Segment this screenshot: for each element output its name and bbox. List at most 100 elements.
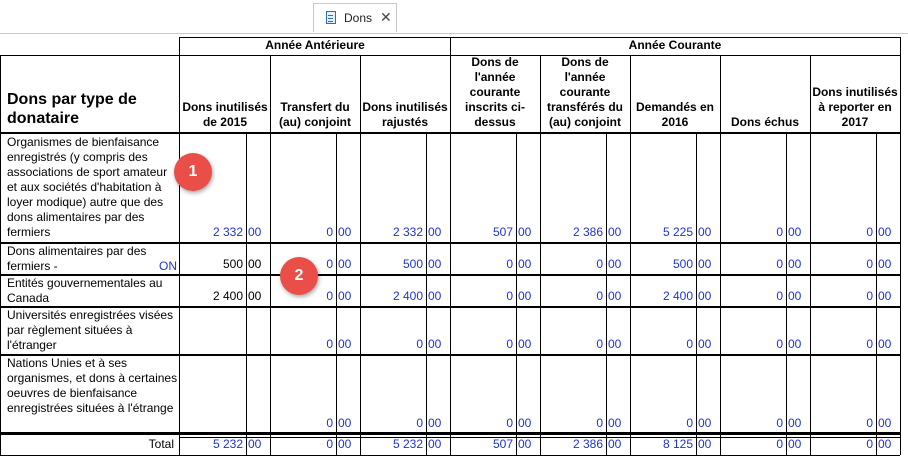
amount-cents[interactable]: 00 <box>606 257 630 272</box>
grid-line <box>0 455 900 456</box>
amount-cents[interactable]: 00 <box>426 416 450 431</box>
province-link[interactable]: ON <box>159 259 177 273</box>
amount-cents[interactable]: 00 <box>426 289 450 304</box>
amount-cents[interactable]: 00 <box>606 416 630 431</box>
amount-cents[interactable]: 00 <box>696 289 720 304</box>
amount-cents[interactable] <box>246 416 270 431</box>
grid-line <box>336 133 337 455</box>
grid-line <box>540 55 541 455</box>
amount-dollars[interactable]: 2 400 <box>180 289 246 304</box>
amount-cents[interactable]: 00 <box>786 225 810 240</box>
amount-cents[interactable]: 00 <box>336 416 360 431</box>
amount-dollars[interactable]: 507 <box>450 225 516 240</box>
amount-dollars[interactable]: 2 400 <box>360 289 426 304</box>
amount-cents[interactable]: 00 <box>246 257 270 272</box>
grid-line <box>450 37 451 455</box>
amount-dollars[interactable]: 500 <box>630 257 696 272</box>
amount-dollars[interactable]: 0 <box>720 289 786 304</box>
amount-cents[interactable]: 00 <box>246 289 270 304</box>
amount-dollars[interactable]: 0 <box>810 225 876 240</box>
amount-dollars[interactable] <box>180 337 246 352</box>
group-prior-year: Année Antérieure <box>265 38 365 52</box>
amount-dollars[interactable]: 0 <box>450 337 516 352</box>
amount-dollars[interactable]: 500 <box>360 257 426 272</box>
amount-cents[interactable]: 00 <box>606 225 630 240</box>
amount-cents[interactable]: 00 <box>786 416 810 431</box>
column-header-1: Dons inutilisés de 2015 <box>182 100 268 129</box>
amount-cents[interactable]: 00 <box>336 289 360 304</box>
amount-cents[interactable]: 00 <box>246 225 270 240</box>
total-dollars: 507 <box>492 437 513 451</box>
amount-dollars[interactable]: 5 225 <box>630 225 696 240</box>
amount-dollars[interactable]: 0 <box>540 337 606 352</box>
amount-dollars[interactable]: 0 <box>270 225 336 240</box>
amount-dollars[interactable]: 0 <box>540 257 606 272</box>
amount-dollars[interactable]: 0 <box>810 289 876 304</box>
amount-dollars[interactable]: 0 <box>270 337 336 352</box>
amount-dollars[interactable]: 2 386 <box>540 225 606 240</box>
amount-dollars[interactable]: 0 <box>720 337 786 352</box>
amount-dollars[interactable]: 2 332 <box>360 225 426 240</box>
grid-line <box>180 37 900 38</box>
amount-cents[interactable]: 00 <box>786 289 810 304</box>
amount-cents[interactable] <box>246 337 270 352</box>
total-dollars: 0 <box>776 437 783 451</box>
amount-dollars[interactable]: 0 <box>540 416 606 431</box>
amount-cents[interactable]: 00 <box>786 257 810 272</box>
amount-cents[interactable]: 00 <box>696 257 720 272</box>
amount-dollars[interactable]: 0 <box>630 416 696 431</box>
amount-cents[interactable]: 00 <box>516 289 540 304</box>
amount-cents[interactable]: 00 <box>876 257 900 272</box>
tab-bar: Dons ✕ <box>0 0 908 34</box>
total-cents: 00 <box>608 437 622 451</box>
amount-cents[interactable]: 00 <box>606 337 630 352</box>
amount-dollars[interactable]: 2 332 <box>180 225 246 240</box>
document-icon <box>326 11 336 24</box>
amount-dollars[interactable]: 0 <box>450 416 516 431</box>
amount-cents[interactable]: 00 <box>516 257 540 272</box>
amount-dollars[interactable]: 0 <box>360 337 426 352</box>
amount-cents[interactable]: 00 <box>516 337 540 352</box>
amount-cents[interactable]: 00 <box>786 337 810 352</box>
amount-cents[interactable]: 00 <box>426 257 450 272</box>
amount-dollars[interactable]: 0 <box>810 416 876 431</box>
row-label: Organismes de bienfaisance enregistrés (… <box>7 135 168 239</box>
grid-line <box>810 55 811 455</box>
amount-cents[interactable]: 00 <box>696 337 720 352</box>
amount-dollars[interactable]: 0 <box>720 225 786 240</box>
amount-cents[interactable]: 00 <box>876 289 900 304</box>
amount-cents[interactable]: 00 <box>876 416 900 431</box>
amount-dollars[interactable]: 0 <box>450 289 516 304</box>
amount-cents[interactable]: 00 <box>336 225 360 240</box>
amount-cents[interactable]: 00 <box>606 289 630 304</box>
tab-dons[interactable]: Dons ✕ <box>313 3 397 32</box>
amount-cents[interactable]: 00 <box>516 416 540 431</box>
amount-dollars[interactable]: 0 <box>450 257 516 272</box>
amount-dollars[interactable] <box>180 416 246 431</box>
amount-dollars[interactable]: 0 <box>270 416 336 431</box>
amount-dollars[interactable]: 0 <box>540 289 606 304</box>
amount-cents[interactable]: 00 <box>336 337 360 352</box>
amount-dollars[interactable]: 0 <box>360 416 426 431</box>
amount-cents[interactable]: 00 <box>876 225 900 240</box>
amount-dollars[interactable]: 0 <box>720 416 786 431</box>
amount-dollars[interactable]: 500 <box>180 257 246 272</box>
amount-dollars[interactable]: 0 <box>630 337 696 352</box>
grid-line <box>270 55 271 455</box>
amount-dollars[interactable]: 0 <box>720 257 786 272</box>
amount-cents[interactable]: 00 <box>426 225 450 240</box>
total-cents: 00 <box>698 437 712 451</box>
amount-dollars[interactable]: 0 <box>810 337 876 352</box>
total-dollars: 2 386 <box>572 437 603 451</box>
amount-dollars[interactable]: 0 <box>810 257 876 272</box>
amount-dollars[interactable]: 2 400 <box>630 289 696 304</box>
amount-cents[interactable]: 00 <box>516 225 540 240</box>
amount-cents[interactable]: 00 <box>696 416 720 431</box>
amount-cents[interactable]: 00 <box>696 225 720 240</box>
amount-cents[interactable]: 00 <box>426 337 450 352</box>
total-label: Total <box>148 437 174 451</box>
close-icon[interactable]: ✕ <box>380 9 392 26</box>
amount-cents[interactable]: 00 <box>876 337 900 352</box>
total-cents: 00 <box>788 437 802 451</box>
amount-cents[interactable]: 00 <box>336 257 360 272</box>
